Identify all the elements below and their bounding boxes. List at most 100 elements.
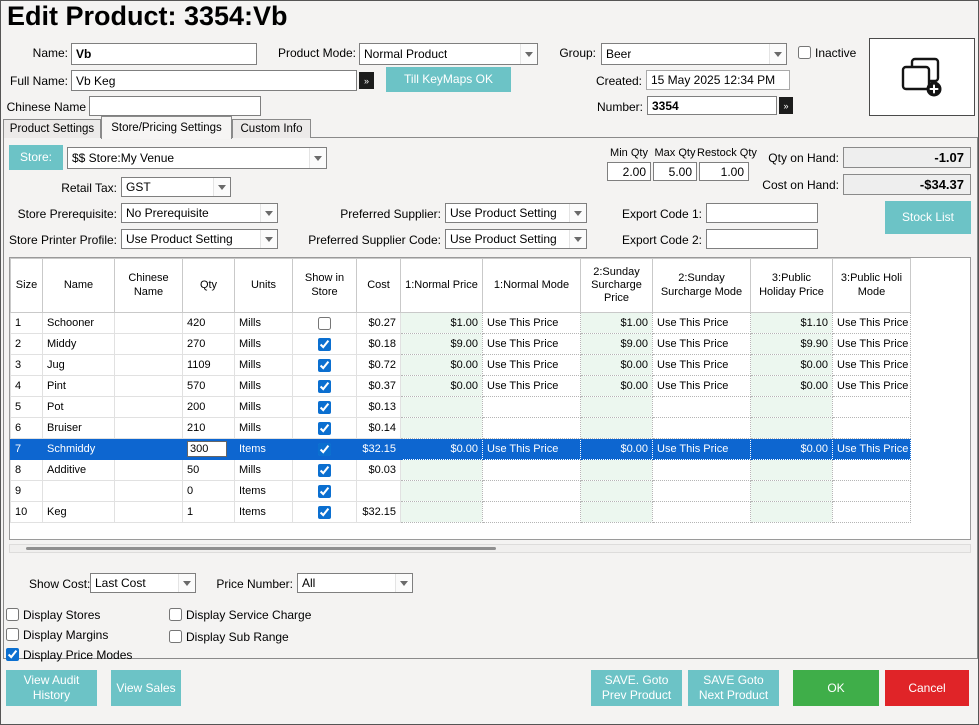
cell[interactable]: Mills xyxy=(235,397,293,418)
restock-qty-input[interactable] xyxy=(699,162,749,181)
table-row[interactable]: 3Jug1109Mills$0.72$0.00Use This Price$0.… xyxy=(11,355,911,376)
cell[interactable]: Use This Price xyxy=(833,334,911,355)
cell[interactable] xyxy=(483,502,581,523)
cell[interactable]: $1.10 xyxy=(751,313,833,334)
cell[interactable]: Mills xyxy=(235,460,293,481)
cell[interactable]: $0.72 xyxy=(357,355,401,376)
store-printer-profile-select[interactable]: Use Product Setting xyxy=(121,229,278,249)
qty-edit-input[interactable] xyxy=(187,441,227,457)
display-sub-range-checkbox[interactable] xyxy=(169,630,182,643)
cell[interactable]: 270 xyxy=(183,334,235,355)
cell[interactable]: $0.00 xyxy=(581,355,653,376)
cell[interactable] xyxy=(483,397,581,418)
cell[interactable] xyxy=(833,418,911,439)
cancel-button[interactable]: Cancel xyxy=(885,670,969,706)
table-row[interactable]: 7SchmiddyItems$32.15$0.00Use This Price$… xyxy=(11,439,911,460)
cell[interactable] xyxy=(653,481,751,502)
show-in-store-checkbox[interactable] xyxy=(318,380,331,393)
cell[interactable]: $0.18 xyxy=(357,334,401,355)
display-price-modes-checkbox[interactable] xyxy=(6,648,19,661)
table-row[interactable]: 1Schooner420Mills$0.27$1.00Use This Pric… xyxy=(11,313,911,334)
cell[interactable]: $32.15 xyxy=(357,439,401,460)
view-sales-button[interactable]: View Sales xyxy=(111,670,181,706)
cell[interactable]: Use This Price xyxy=(833,313,911,334)
cell[interactable]: Use This Price xyxy=(653,334,751,355)
cell[interactable]: 200 xyxy=(183,397,235,418)
cell[interactable]: Schmiddy xyxy=(43,439,115,460)
cell[interactable]: 420 xyxy=(183,313,235,334)
full-name-input[interactable] xyxy=(71,70,357,91)
show-in-store-checkbox[interactable] xyxy=(318,422,331,435)
cell[interactable] xyxy=(115,334,183,355)
cell[interactable]: Use This Price xyxy=(833,439,911,460)
cell[interactable]: $9.00 xyxy=(581,334,653,355)
table-row[interactable]: 90Items xyxy=(11,481,911,502)
min-qty-input[interactable] xyxy=(607,162,651,181)
cell[interactable] xyxy=(483,481,581,502)
cell[interactable]: 210 xyxy=(183,418,235,439)
cell[interactable] xyxy=(115,376,183,397)
display-margins-checkbox[interactable] xyxy=(6,628,19,641)
cell[interactable] xyxy=(751,460,833,481)
cell[interactable]: Schooner xyxy=(43,313,115,334)
show-in-store-cell[interactable] xyxy=(293,439,357,460)
cell[interactable]: Use This Price xyxy=(653,376,751,397)
show-in-store-checkbox[interactable] xyxy=(318,443,331,456)
cell[interactable]: Use This Price xyxy=(653,439,751,460)
show-in-store-checkbox[interactable] xyxy=(318,401,331,414)
cell[interactable] xyxy=(401,502,483,523)
cell[interactable] xyxy=(483,418,581,439)
cell[interactable]: Use This Price xyxy=(483,376,581,397)
cell[interactable] xyxy=(833,481,911,502)
horizontal-scrollbar[interactable] xyxy=(9,544,971,553)
cell[interactable] xyxy=(357,481,401,502)
tab-custom-info[interactable]: Custom Info xyxy=(232,119,311,138)
cell[interactable] xyxy=(115,355,183,376)
cell[interactable] xyxy=(115,397,183,418)
cell[interactable] xyxy=(115,481,183,502)
tab-product-settings[interactable]: Product Settings xyxy=(3,119,101,138)
cell[interactable]: Mills xyxy=(235,376,293,397)
show-in-store-cell[interactable] xyxy=(293,502,357,523)
cell[interactable]: Use This Price xyxy=(483,355,581,376)
cell[interactable]: 570 xyxy=(183,376,235,397)
cell[interactable]: Use This Price xyxy=(483,439,581,460)
cell[interactable]: $0.00 xyxy=(401,439,483,460)
cell[interactable]: $0.14 xyxy=(357,418,401,439)
full-name-expand-button[interactable]: » xyxy=(359,72,374,89)
cell[interactable]: $0.13 xyxy=(357,397,401,418)
cell[interactable]: $0.00 xyxy=(751,376,833,397)
inactive-checkbox[interactable] xyxy=(798,46,811,59)
cell[interactable]: Additive xyxy=(43,460,115,481)
table-row[interactable]: 2Middy270Mills$0.18$9.00Use This Price$9… xyxy=(11,334,911,355)
cell[interactable]: Jug xyxy=(43,355,115,376)
cell[interactable]: Mills xyxy=(235,334,293,355)
cell[interactable] xyxy=(581,502,653,523)
cell[interactable] xyxy=(401,460,483,481)
cell[interactable] xyxy=(115,313,183,334)
cell[interactable] xyxy=(581,460,653,481)
preferred-supplier-select[interactable]: Use Product Setting xyxy=(445,203,587,223)
cell[interactable] xyxy=(653,460,751,481)
cell[interactable]: 3 xyxy=(11,355,43,376)
cell[interactable]: Bruiser xyxy=(43,418,115,439)
view-audit-history-button[interactable]: View Audit History xyxy=(6,670,97,706)
cell[interactable] xyxy=(653,397,751,418)
cell[interactable] xyxy=(653,418,751,439)
table-row[interactable]: 10Keg1Items$32.15 xyxy=(11,502,911,523)
cell[interactable]: Pot xyxy=(43,397,115,418)
scrollbar-thumb[interactable] xyxy=(26,547,496,550)
cell[interactable]: Use This Price xyxy=(833,376,911,397)
cell[interactable]: 1 xyxy=(11,313,43,334)
price-number-select[interactable]: All xyxy=(297,573,413,593)
cell[interactable]: $0.37 xyxy=(357,376,401,397)
table-row[interactable]: 8Additive50Mills$0.03 xyxy=(11,460,911,481)
cell[interactable]: 9 xyxy=(11,481,43,502)
show-in-store-checkbox[interactable] xyxy=(318,506,331,519)
show-in-store-cell[interactable] xyxy=(293,418,357,439)
cell[interactable]: 50 xyxy=(183,460,235,481)
cell[interactable]: 0 xyxy=(183,481,235,502)
show-cost-select[interactable]: Last Cost xyxy=(90,573,196,593)
show-in-store-cell[interactable] xyxy=(293,355,357,376)
qty-cell[interactable] xyxy=(183,439,235,460)
